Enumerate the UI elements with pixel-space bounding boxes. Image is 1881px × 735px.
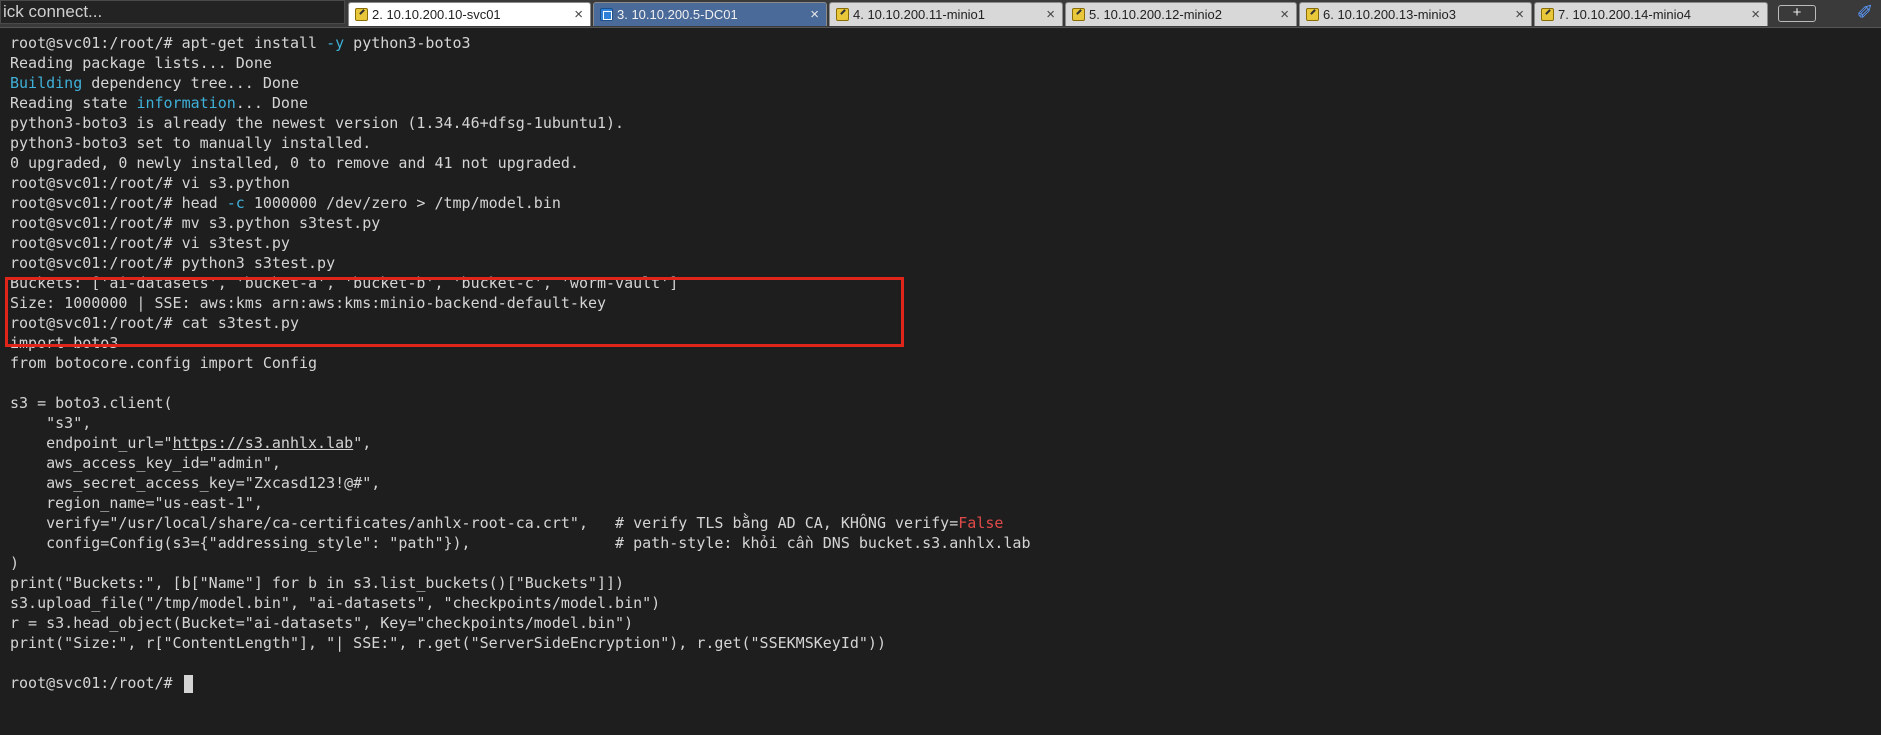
close-icon[interactable]: × <box>810 3 819 26</box>
close-icon[interactable]: × <box>1751 3 1760 26</box>
tab-label: 7. 10.10.200.14-minio4 <box>1558 7 1691 22</box>
terminal-line: Reading package lists... Done <box>10 54 272 72</box>
terminal-line: Building dependency tree... Done <box>10 74 299 92</box>
tab-dc01[interactable]: 3. 10.10.200.5-DC01 × <box>593 2 827 26</box>
tab-label: 2. 10.10.200.10-svc01 <box>372 7 501 22</box>
terminal-line: root@svc01:/root/# apt-get install -y py… <box>10 34 471 52</box>
terminal-line: s3 = boto3.client( <box>10 394 173 412</box>
terminal-line: python3-boto3 is already the newest vers… <box>10 114 625 132</box>
tab-label: 3. 10.10.200.5-DC01 <box>617 7 738 22</box>
tab-minio3[interactable]: 6. 10.10.200.13-minio3 × <box>1299 2 1532 26</box>
terminal-line: print("Size:", r["ContentLength"], "| SS… <box>10 634 886 652</box>
terminal-line: print("Buckets:", [b["Name"] for b in s3… <box>10 574 625 592</box>
terminal-line: region_name="us-east-1", <box>10 494 263 512</box>
terminal-icon <box>1541 8 1554 21</box>
tab-minio4[interactable]: 7. 10.10.200.14-minio4 × <box>1534 2 1768 26</box>
tab-label: 4. 10.10.200.11-minio1 <box>853 7 986 22</box>
terminal-line: from botocore.config import Config <box>10 354 318 372</box>
terminal-icon <box>355 8 368 21</box>
terminal-cursor <box>183 674 193 693</box>
terminal-icon <box>1306 8 1319 21</box>
terminal-line: Size: 1000000 | SSE: aws:kms arn:aws:kms… <box>10 294 607 312</box>
terminal-line: root@svc01:/root/# python3 s3test.py <box>10 254 336 272</box>
terminal-line: aws_secret_access_key="Zxcasd123!@#", <box>10 474 381 492</box>
remote-desktop-icon <box>600 8 613 21</box>
terminal-line: endpoint_url="https://s3.anhlx.lab", <box>10 434 372 452</box>
paperclip-icon[interactable]: ✐ <box>1855 3 1875 23</box>
terminal-icon <box>836 8 849 21</box>
terminal-line: aws_access_key_id="admin", <box>10 454 281 472</box>
terminal-line: "s3", <box>10 414 92 432</box>
terminal-line: root@svc01:/root/# mv s3.python s3test.p… <box>10 214 381 232</box>
terminal-line: python3-boto3 set to manually installed. <box>10 134 372 152</box>
close-icon[interactable]: × <box>1046 3 1055 26</box>
tab-svc01[interactable]: 2. 10.10.200.10-svc01 × <box>348 2 591 26</box>
tab-minio2[interactable]: 5. 10.10.200.12-minio2 × <box>1065 2 1297 26</box>
terminal-line: Buckets: ['ai-datasets', 'bucket-a', 'bu… <box>10 274 679 292</box>
terminal-output[interactable]: root@svc01:/root/# apt-get install -y py… <box>0 28 1881 735</box>
tab-label: 6. 10.10.200.13-minio3 <box>1323 7 1456 22</box>
quick-connect-input[interactable]: ick connect... <box>0 0 345 24</box>
tab-minio1[interactable]: 4. 10.10.200.11-minio1 × <box>829 2 1063 26</box>
tab-label: 5. 10.10.200.12-minio2 <box>1089 7 1222 22</box>
terminal-line: root@svc01:/root/# head -c 1000000 /dev/… <box>10 194 561 212</box>
terminal-line: r = s3.head_object(Bucket="ai-datasets",… <box>10 614 634 632</box>
tab-bar: ick connect... 2. 10.10.200.10-svc01 × 3… <box>0 0 1881 28</box>
endpoint-url-link[interactable]: https://s3.anhlx.lab <box>173 434 354 452</box>
terminal-line: ) <box>10 554 20 572</box>
terminal-prompt-line: root@svc01:/root/# <box>10 673 193 693</box>
terminal-line: s3.upload_file("/tmp/model.bin", "ai-dat… <box>10 594 661 612</box>
terminal-line: root@svc01:/root/# vi s3.python <box>10 174 290 192</box>
terminal-line: config=Config(s3={"addressing_style": "p… <box>10 534 1031 552</box>
close-icon[interactable]: × <box>1515 3 1524 26</box>
terminal-line: verify="/usr/local/share/ca-certificates… <box>10 514 1004 532</box>
new-tab-button[interactable]: + <box>1778 5 1816 22</box>
terminal-line: import boto3 <box>10 334 119 352</box>
terminal-icon <box>1072 8 1085 21</box>
close-icon[interactable]: × <box>574 3 583 26</box>
terminal-line: Reading state information... Done <box>10 94 309 112</box>
terminal-line: 0 upgraded, 0 newly installed, 0 to remo… <box>10 154 579 172</box>
close-icon[interactable]: × <box>1280 3 1289 26</box>
terminal-line: root@svc01:/root/# vi s3test.py <box>10 234 290 252</box>
terminal-line: root@svc01:/root/# cat s3test.py <box>10 314 299 332</box>
